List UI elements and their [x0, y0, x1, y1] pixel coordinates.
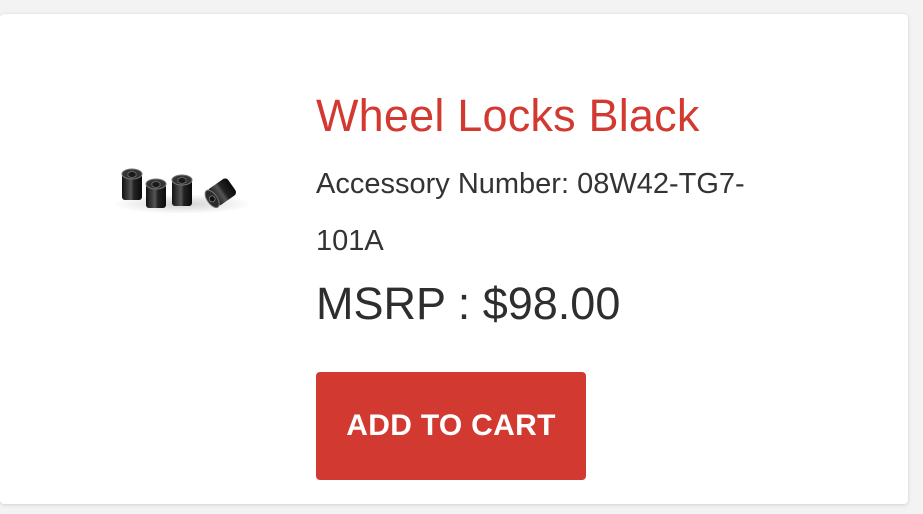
page: Wheel Locks Black Accessory Number: 08W4…: [0, 0, 923, 514]
product-card: Wheel Locks Black Accessory Number: 08W4…: [0, 14, 908, 504]
product-image[interactable]: [100, 146, 265, 226]
lock-3: [171, 174, 193, 206]
accessory-number: Accessory Number: 08W42-TG7-101A: [316, 168, 745, 257]
msrp-price: MSRP : $98.00: [316, 278, 621, 329]
lock-2: [145, 178, 167, 208]
add-to-cart-button[interactable]: ADD TO CART: [316, 372, 586, 480]
lock-1: [121, 168, 143, 200]
product-info: Wheel Locks Black Accessory Number: 08W4…: [316, 88, 786, 480]
wheel-locks-image: [112, 168, 252, 214]
product-title[interactable]: Wheel Locks Black: [316, 88, 786, 144]
